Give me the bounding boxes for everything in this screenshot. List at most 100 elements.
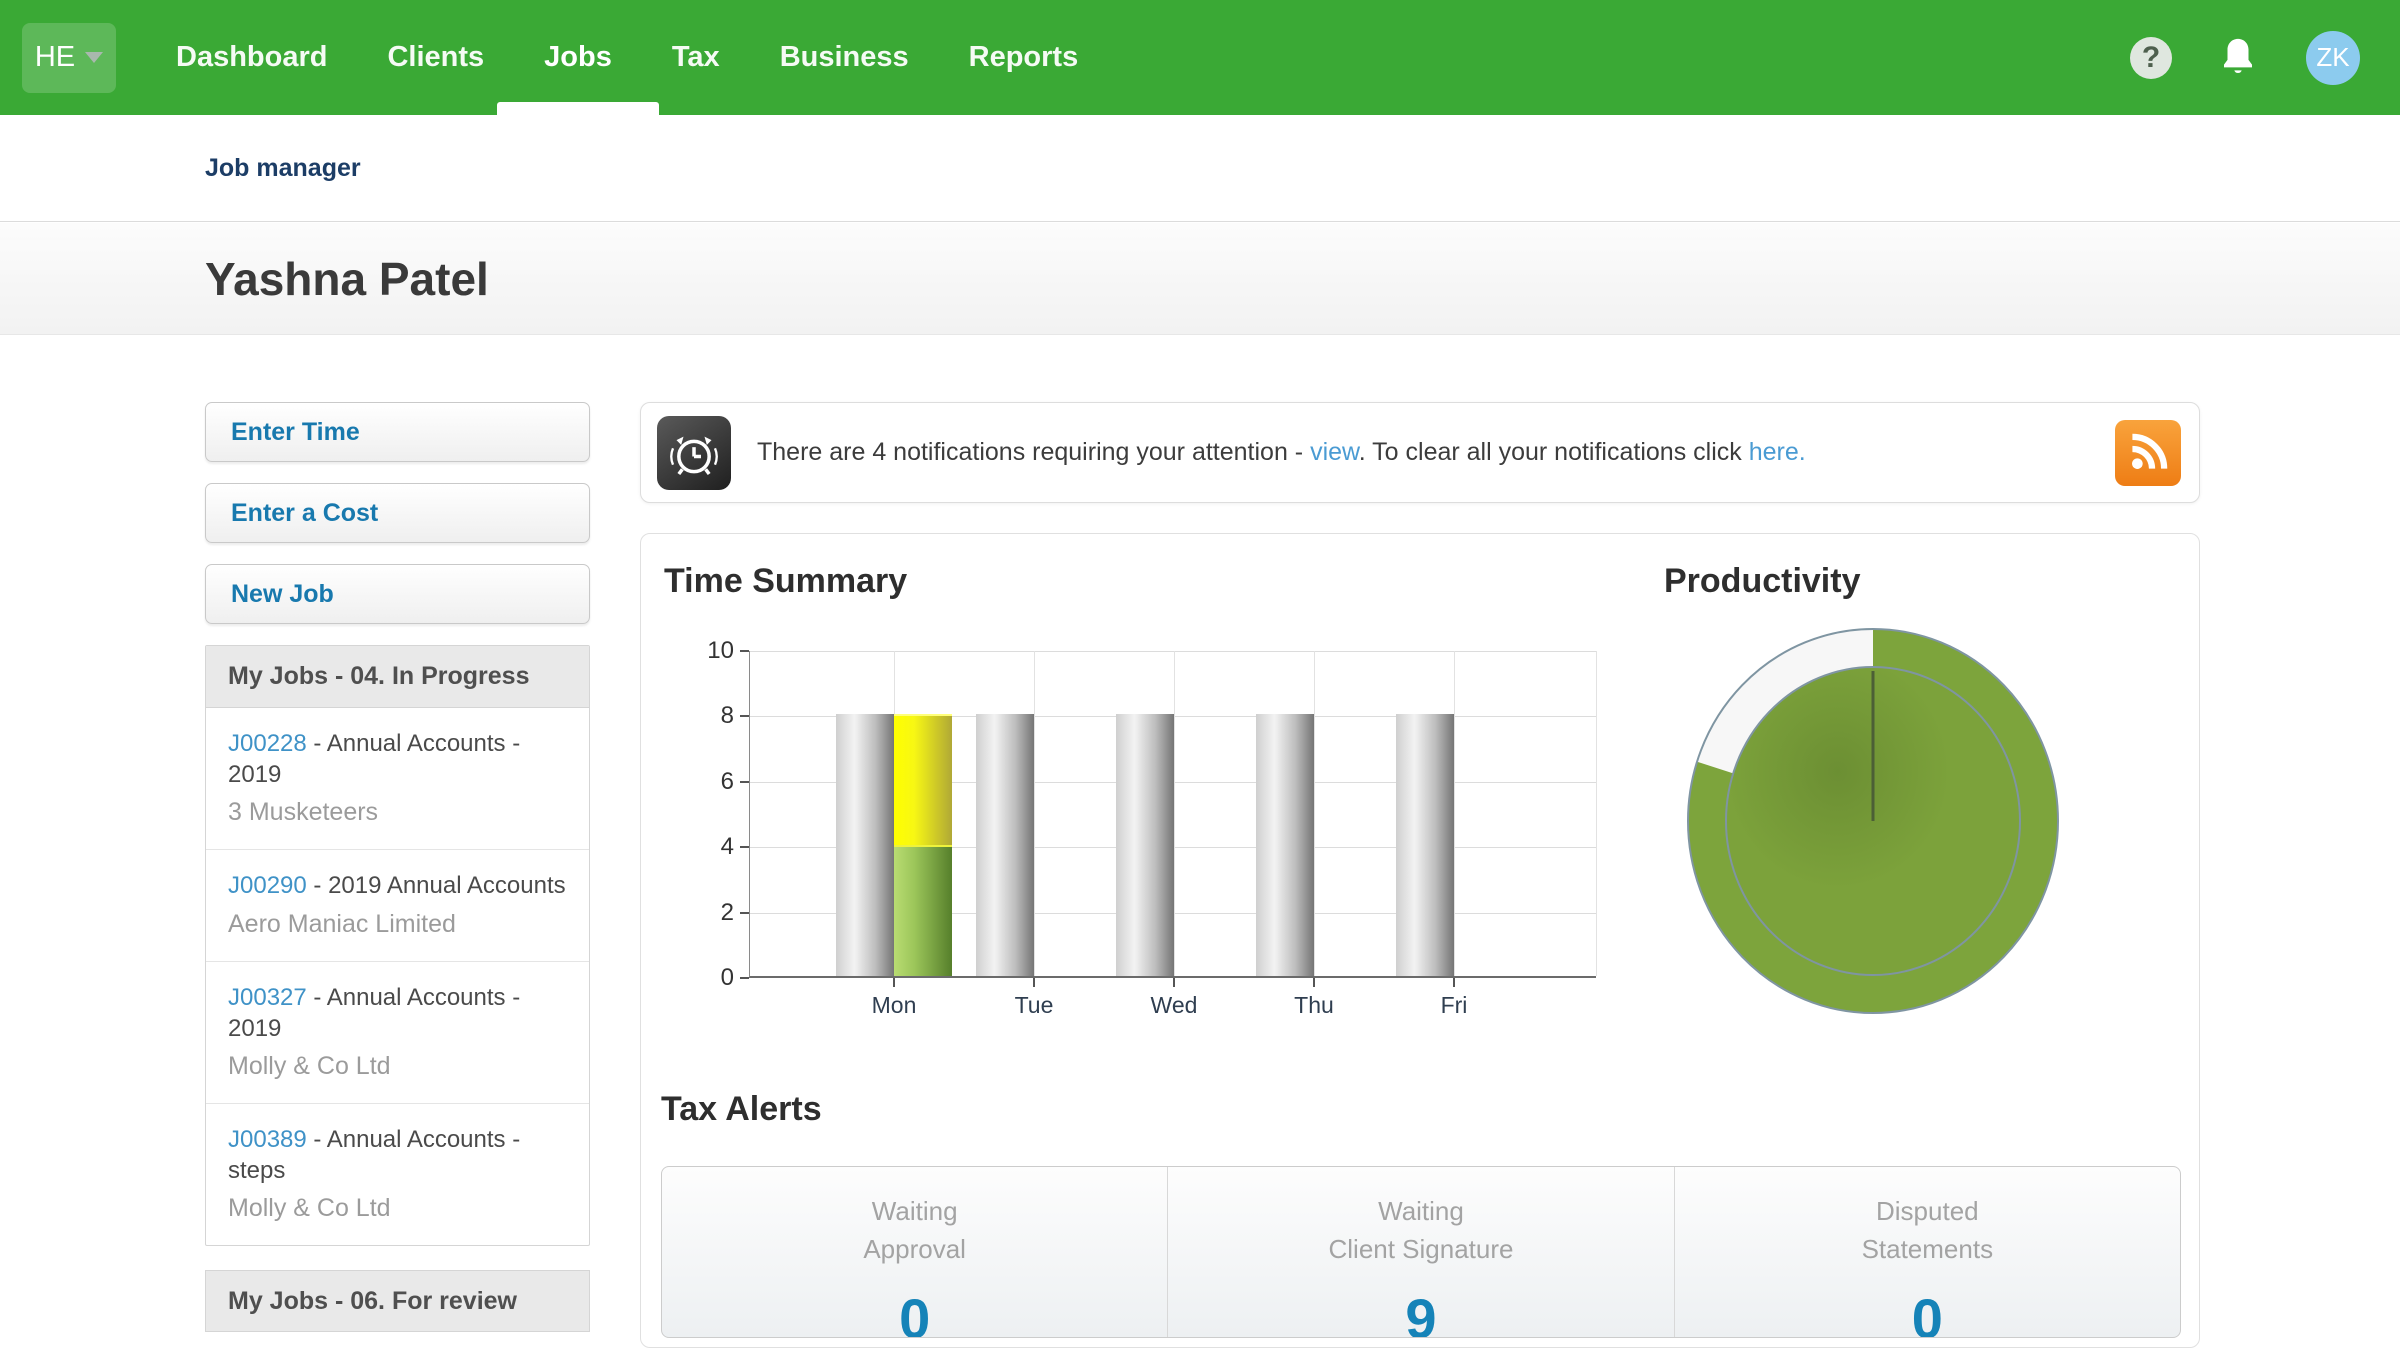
alert-label-line2: Approval [662,1231,1167,1269]
job-title: J00327 - Annual Accounts - 2019 [228,982,569,1044]
alert-label-line1: Disputed [1675,1193,2180,1231]
y-axis-label: 8 [674,702,734,730]
job-client: Molly & Co Ltd [228,1052,569,1081]
x-axis-tick [1313,978,1315,987]
y-axis-label: 4 [674,833,734,861]
nav-item-business[interactable]: Business [776,0,913,115]
nav-item-reports[interactable]: Reports [965,0,1083,115]
x-axis-tick [1033,978,1035,987]
y-axis-label: 2 [674,899,734,927]
tax-alerts-title: Tax Alerts [661,1090,822,1129]
job-id-link[interactable]: J00327 [228,984,307,1011]
x-axis-tick [1173,978,1175,987]
y-axis-tick [740,715,749,717]
y-axis-tick [740,781,749,783]
notifications-bell-icon[interactable] [2218,35,2260,81]
x-axis-label: Tue [974,992,1094,1019]
alert-count[interactable]: 0 [662,1286,1167,1338]
x-axis-label: Fri [1394,992,1514,1019]
job-list-item: J00327 - Annual Accounts - 2019 Molly & C… [206,962,589,1104]
time-summary-chart: 0246810MonTueWedThuFri [749,651,1596,978]
title-band: Yashna Patel [0,223,2400,335]
job-id-link[interactable]: J00290 [228,872,307,899]
help-icon[interactable]: ? [2130,37,2172,79]
nav-item-tax[interactable]: Tax [668,0,724,115]
y-axis-tick [740,846,749,848]
nav-item-dashboard[interactable]: Dashboard [172,0,331,115]
alert-count[interactable]: 9 [1168,1286,1673,1338]
x-axis-tick [893,978,895,987]
productivity-gauge [1683,624,2063,1023]
tax-alerts-card: WaitingApproval 0 WaitingClient Signature 9… [661,1166,2181,1338]
y-axis-label: 0 [674,964,734,992]
user-avatar[interactable]: ZK [2306,31,2360,85]
active-tab-indicator [497,102,659,115]
notification-text: There are 4 notifications requiring your… [757,438,1806,467]
alert-label-line1: Waiting [662,1193,1167,1231]
x-axis-label: Thu [1254,992,1374,1019]
rss-icon[interactable] [2115,420,2181,486]
tax-alert-statements: DisputedStatements 0 [1674,1167,2180,1337]
notification-text-before: There are 4 notifications requiring your… [757,438,1310,466]
new-job-button[interactable]: New Job [205,564,590,624]
gridline [750,651,1596,652]
gridline [1314,651,1315,976]
job-client: Aero Maniac Limited [228,910,569,939]
job-id-link[interactable]: J00389 [228,1126,307,1153]
alert-count[interactable]: 0 [1675,1286,2180,1338]
alert-label-line2: Client Signature [1168,1231,1673,1269]
capacity-bar-thu [1256,714,1314,976]
y-axis-label: 10 [674,637,734,665]
job-list-item: J00290 - 2019 Annual Accounts Aero Maniac… [206,850,589,961]
productivity-title: Productivity [1664,562,1860,601]
jobs-section-header: My Jobs - 04. In Progress [206,646,589,708]
y-axis-tick [740,977,749,979]
breadcrumb[interactable]: Job manager [205,154,361,183]
gridline [1454,651,1455,976]
job-client: Molly & Co Ltd [228,1194,569,1223]
jobs-section-header: My Jobs - 06. For review [205,1270,590,1332]
gridline [1034,651,1035,976]
job-id-link[interactable]: J00228 [228,730,307,757]
breadcrumb-bar: Job manager [0,115,2400,222]
clear-here-link[interactable]: here. [1749,438,1806,466]
job-title: J00389 - Annual Accounts - steps [228,1124,569,1186]
y-axis-label: 6 [674,768,734,796]
alert-label-line2: Statements [1675,1231,2180,1269]
time-summary-title: Time Summary [664,562,907,601]
nav-item-jobs[interactable]: Jobs [540,0,616,115]
y-axis-tick [740,650,749,652]
my-jobs-panel: My Jobs - 04. In Progress J00228 - Annual… [205,645,590,1246]
page-title: Yashna Patel [205,252,489,306]
dashboard-card: Time Summary 0246810MonTueWedThuFri Prod… [640,533,2200,1348]
alarm-clock-icon [657,416,731,490]
alert-label-line1: Waiting [1168,1193,1673,1231]
enter-a-cost-button[interactable]: Enter a Cost [205,483,590,543]
org-menu-button[interactable]: HE [22,23,116,93]
x-axis-label: Wed [1114,992,1234,1019]
job-list-item: J00389 - Annual Accounts - steps Molly & … [206,1104,589,1245]
enter-time-button[interactable]: Enter Time [205,402,590,462]
top-nav: HE Dashboard Clients Jobs Tax Business Report… [0,0,2400,115]
x-axis-label: Mon [834,992,954,1019]
capacity-bar-fri [1396,714,1454,976]
capacity-bar-mon [836,714,894,976]
nav-items: Dashboard Clients Jobs Tax Business Reports [172,0,1082,115]
nav-item-clients[interactable]: Clients [383,0,488,115]
gridline [1174,651,1175,976]
notification-banner: There are 4 notifications requiring your… [640,402,2200,503]
job-title: J00290 - 2019 Annual Accounts [228,870,569,901]
nav-right: ? ZK [2130,31,2360,85]
tax-alert-client-signature: WaitingClient Signature 9 [1167,1167,1673,1337]
capacity-bar-wed [1116,714,1174,976]
sidebar: Enter Time Enter a Cost New Job My Jobs - 0… [205,402,590,1332]
chevron-down-icon [85,52,103,63]
notification-text-mid: . To clear all your notifications click [1359,438,1749,466]
view-link[interactable]: view [1310,438,1359,466]
capacity-bar-tue [976,714,1034,976]
job-client: 3 Musketeers [228,798,569,827]
nonbillable-bar-mon [894,714,952,845]
billable-bar-mon [894,845,952,976]
job-title: J00228 - Annual Accounts - 2019 [228,728,569,790]
x-axis-tick [1453,978,1455,987]
